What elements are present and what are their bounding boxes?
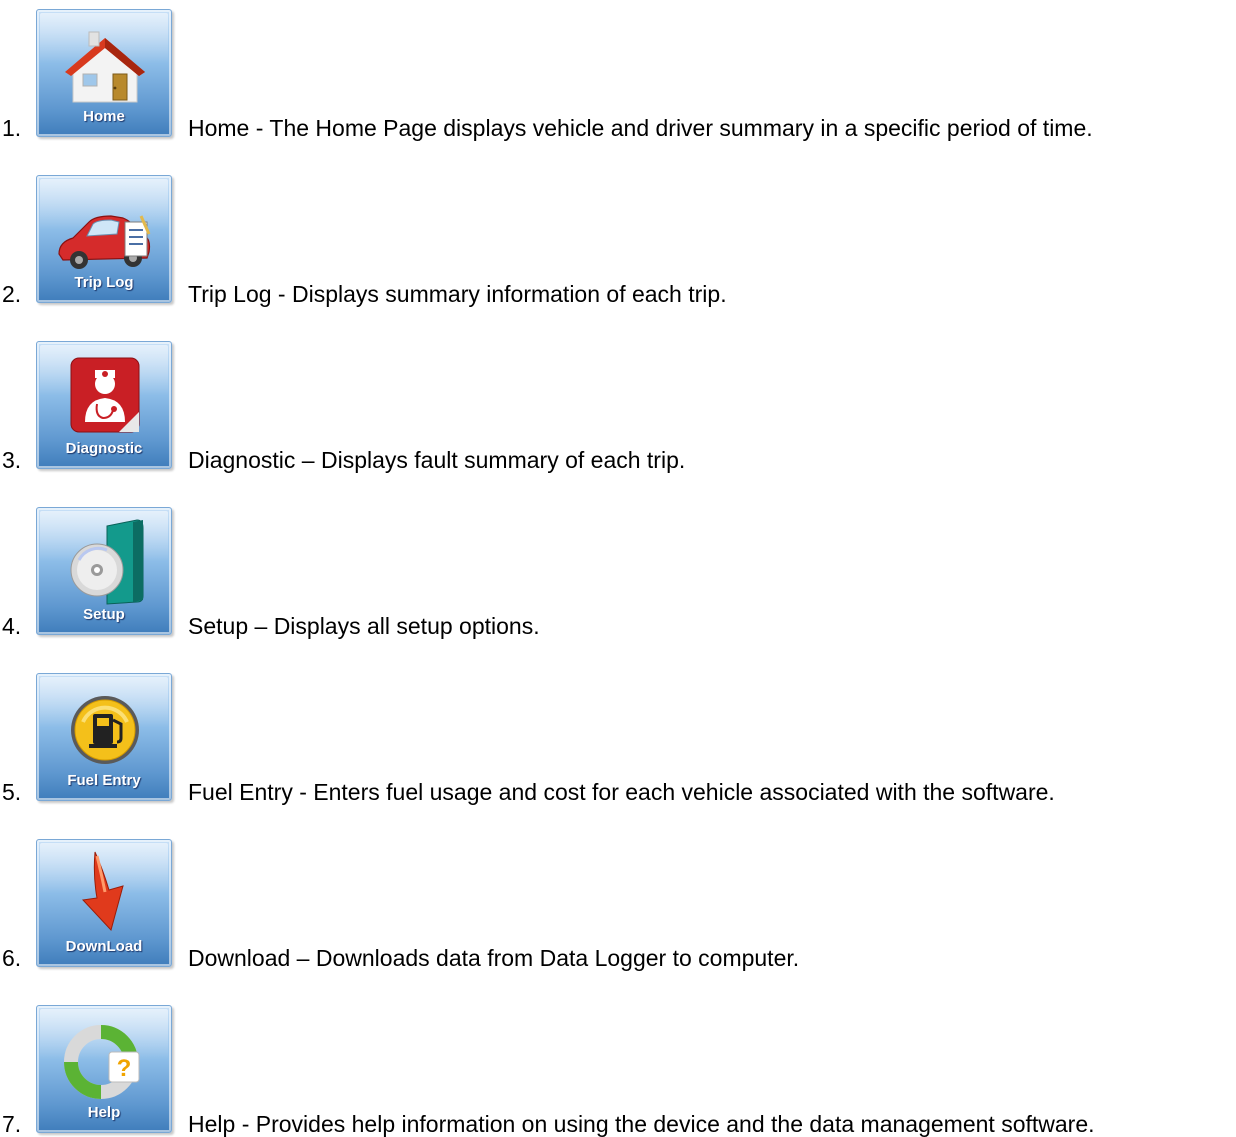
item-separator: - — [235, 1111, 256, 1137]
software-box-cd-icon — [70, 519, 144, 605]
item-description-row: Trip Log - Displays summary information … — [188, 281, 727, 307]
item-description: Displays fault summary of each trip. — [320, 447, 686, 473]
item-term: Diagnostic — [188, 447, 296, 473]
list-item-download: 6. DownLoad Download – Downloads data fr… — [0, 839, 1236, 971]
diagnostic-button[interactable]: Diagnostic — [36, 341, 172, 469]
doctor-icon — [70, 357, 140, 433]
home-button[interactable]: Home — [36, 9, 172, 137]
item-separator: - — [292, 779, 314, 805]
list-item-trip-log: 2. Trip Log Trip Log - Displays summary … — [0, 175, 1236, 307]
item-term: Fuel Entry — [188, 779, 293, 805]
list-item-fuel-entry: 5. Fuel Entry Fuel Entry - Enters fuel u… — [0, 673, 1236, 805]
item-separator: – — [248, 613, 274, 639]
svg-text:?: ? — [117, 1055, 132, 1082]
list-item-home: 1. Home Home - The Home Page displays ve… — [0, 9, 1236, 141]
item-term: Setup — [188, 613, 249, 639]
item-description: Provides help information on using the d… — [255, 1111, 1095, 1137]
list-number: 1. — [2, 115, 22, 141]
fuel-pump-icon — [71, 696, 139, 764]
item-description-row: Fuel Entry - Enters fuel usage and cost … — [188, 779, 1055, 805]
trip-log-button[interactable]: Trip Log — [36, 175, 172, 303]
trip-log-button-label: Trip Log — [74, 274, 134, 291]
item-term: Download — [188, 945, 291, 971]
item-description-row: Diagnostic – Displays fault summary of e… — [188, 447, 685, 473]
help-button-label: Help — [87, 1104, 121, 1121]
list-item-help: 7. ? Help Help - Provides help informati… — [0, 1005, 1236, 1137]
list-number: 2. — [2, 281, 22, 307]
item-term: Trip Log — [188, 281, 272, 307]
item-description-row: Help - Provides help information on usin… — [188, 1111, 1095, 1137]
download-arrow-icon — [81, 851, 124, 931]
download-button-label: DownLoad — [65, 938, 143, 955]
help-lifebuoy-icon: ? — [64, 1025, 140, 1099]
car-notepad-icon — [58, 215, 151, 269]
list-number: 5. — [2, 779, 22, 805]
download-button[interactable]: DownLoad — [36, 839, 172, 967]
home-button-label: Home — [83, 108, 125, 125]
item-description: Enters fuel usage and cost for each vehi… — [313, 779, 1055, 805]
list-item-diagnostic: 3. Diagnostic Diagnostic – Displays faul… — [0, 341, 1236, 473]
list-number: 6. — [2, 945, 22, 971]
list-number: 4. — [2, 613, 22, 639]
setup-button-label: Setup — [83, 606, 125, 623]
item-separator: – — [290, 945, 316, 971]
item-description: Downloads data from Data Logger to compu… — [315, 945, 800, 971]
item-separator: - — [271, 281, 292, 307]
item-description: The Home Page displays vehicle and drive… — [269, 115, 1093, 141]
item-description-row: Download – Downloads data from Data Logg… — [188, 945, 799, 971]
item-description: Displays summary information of each tri… — [291, 281, 727, 307]
item-term: Home — [188, 115, 250, 141]
item-term: Help — [188, 1111, 236, 1137]
item-separator: - — [249, 115, 270, 141]
diagnostic-button-label: Diagnostic — [65, 440, 143, 457]
fuel-entry-button[interactable]: Fuel Entry — [36, 673, 172, 801]
item-description: Displays all setup options. — [273, 613, 540, 639]
item-separator: – — [295, 447, 321, 473]
item-description-row: Setup – Displays all setup options. — [188, 613, 540, 639]
list-item-setup: 4. Setup Setup – Displays all setup opti… — [0, 507, 1236, 639]
help-button[interactable]: ? Help — [36, 1005, 172, 1133]
setup-button[interactable]: Setup — [36, 507, 172, 635]
list-number: 3. — [2, 447, 22, 473]
item-description-row: Home - The Home Page displays vehicle an… — [188, 115, 1093, 141]
list-number: 7. — [2, 1111, 22, 1137]
home-house-icon — [65, 31, 145, 103]
fuel-entry-button-label: Fuel Entry — [67, 772, 141, 789]
